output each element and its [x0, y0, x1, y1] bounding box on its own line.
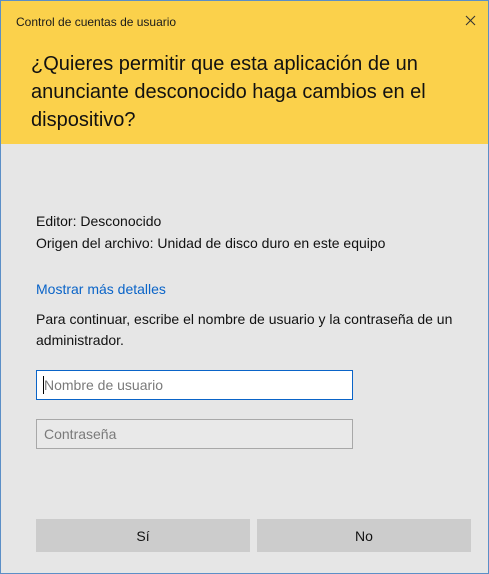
close-icon	[465, 15, 476, 26]
instructions-text: Para continuar, escribe el nombre de usu…	[36, 311, 453, 348]
password-input[interactable]	[36, 419, 353, 449]
uac-dialog: Control de cuentas de usuario ¿Quieres p…	[0, 0, 489, 574]
close-button[interactable]	[458, 9, 482, 31]
no-button[interactable]: No	[257, 519, 471, 552]
publisher-label: Editor: Desconocido	[36, 213, 162, 229]
text-caret	[43, 376, 44, 394]
show-more-details-link[interactable]: Mostrar más detalles	[36, 281, 166, 297]
prompt-question: ¿Quieres permitir que esta aplicación de…	[31, 53, 426, 131]
file-origin-label: Origen del archivo: Unidad de disco duro…	[36, 235, 386, 251]
yes-button[interactable]: Sí	[36, 519, 250, 552]
dialog-header: Control de cuentas de usuario ¿Quieres p…	[1, 1, 488, 144]
username-input[interactable]	[36, 370, 353, 400]
window-title: Control de cuentas de usuario	[16, 15, 177, 29]
